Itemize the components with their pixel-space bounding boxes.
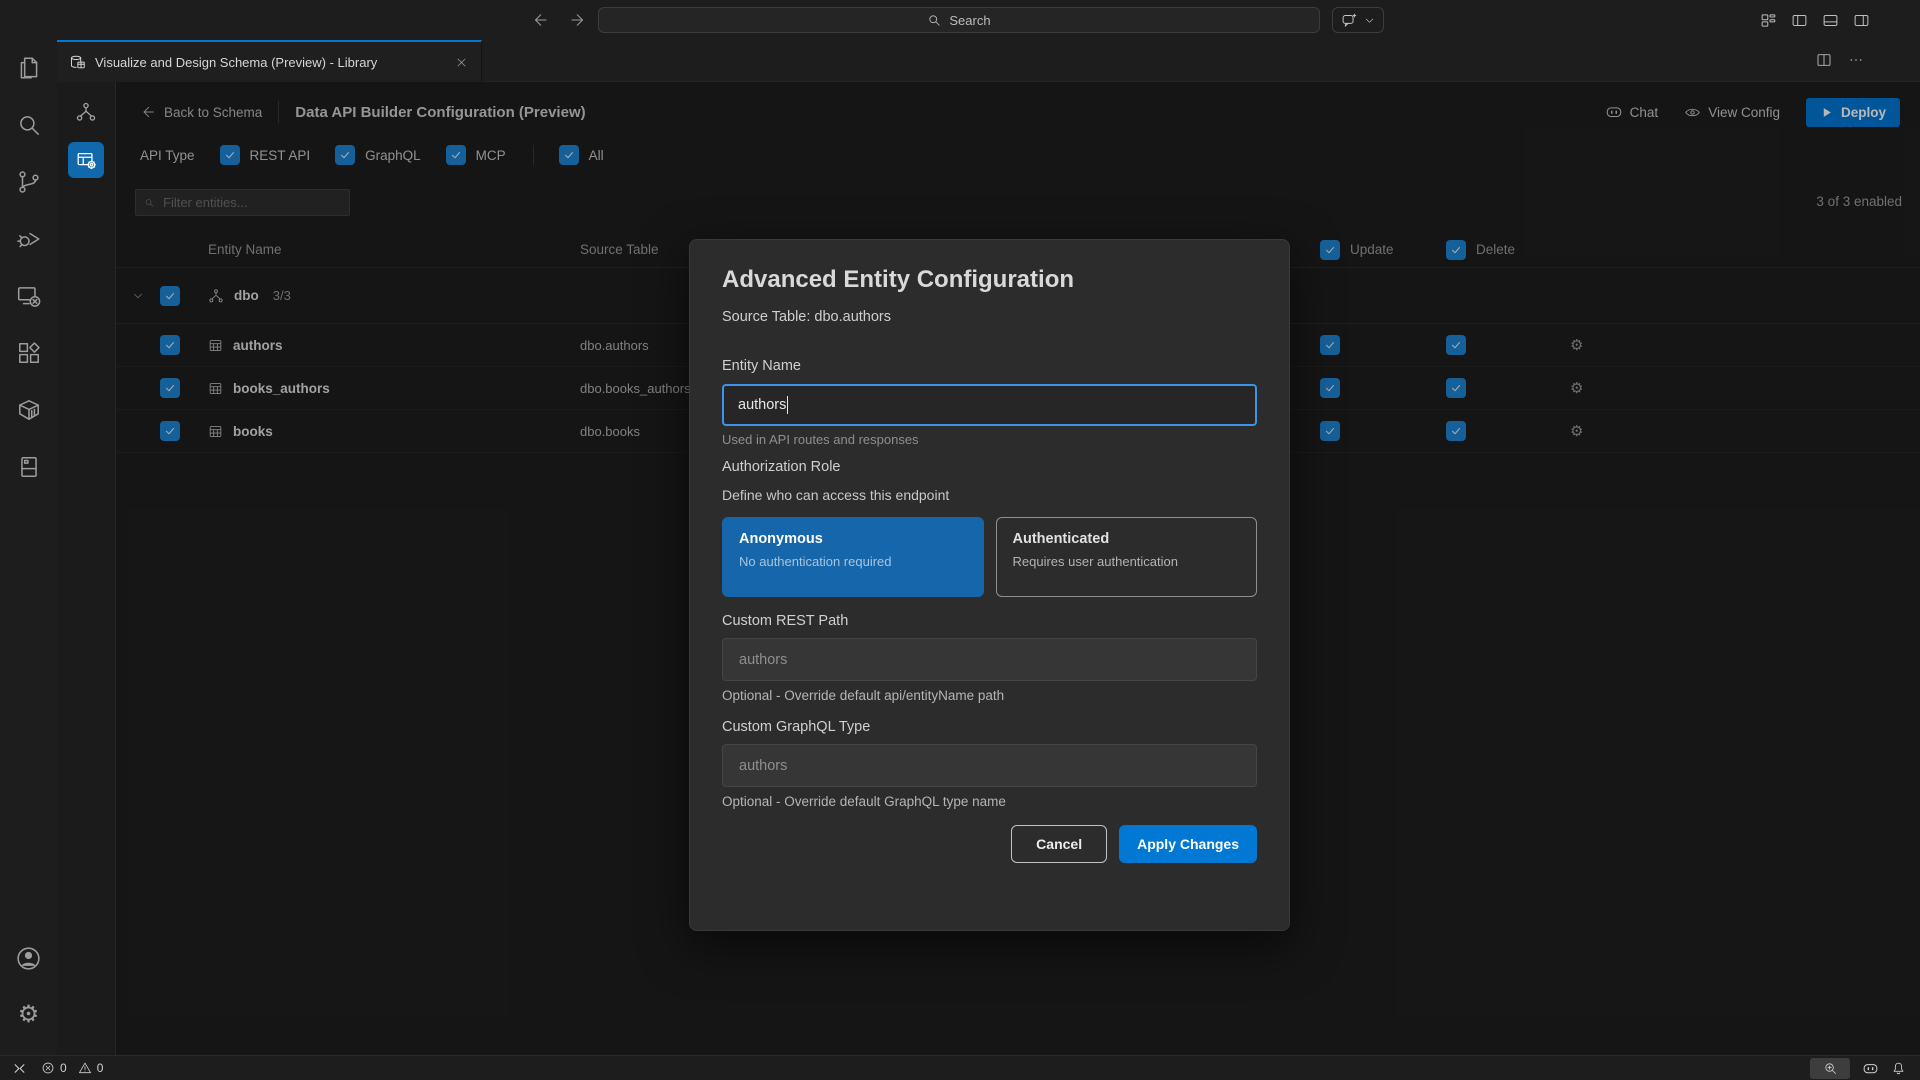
tab-close-icon[interactable]	[453, 54, 469, 70]
activity-bar: ⚙	[0, 40, 57, 1055]
error-icon	[41, 1061, 55, 1075]
account-icon[interactable]	[0, 935, 57, 981]
authorization-role-help: Define who can access this endpoint	[722, 487, 1257, 503]
search-label: Search	[949, 13, 990, 28]
schema-diagram-view-icon[interactable]	[68, 94, 104, 130]
role-card-anonymous[interactable]: Anonymous No authentication required	[722, 517, 984, 597]
entity-name-help: Used in API routes and responses	[722, 432, 1257, 447]
cancel-button[interactable]: Cancel	[1011, 825, 1107, 863]
search-sidebar-icon[interactable]	[0, 102, 57, 148]
title-bar: Search	[0, 0, 1920, 40]
database-package-icon[interactable]	[0, 387, 57, 433]
notifications-bell-icon[interactable]	[1891, 1061, 1906, 1076]
chevron-down-icon	[1364, 15, 1375, 26]
settings-gear-icon[interactable]: ⚙	[0, 992, 57, 1038]
text-caret	[787, 396, 788, 414]
zoom-in-icon	[1823, 1061, 1838, 1076]
designer-rail	[57, 82, 116, 1055]
database-project-icon[interactable]	[0, 444, 57, 490]
vscode-window: Search	[0, 0, 1920, 1080]
rest-path-help: Optional - Override default api/entityNa…	[722, 688, 1257, 703]
tab-bar: Visualize and Design Schema (Preview) - …	[57, 40, 1920, 82]
toggle-panel-icon[interactable]	[1822, 12, 1839, 29]
apply-changes-button[interactable]: Apply Changes	[1119, 825, 1257, 863]
copilot-status-icon[interactable]	[1862, 1060, 1879, 1077]
command-center-search[interactable]: Search	[598, 7, 1320, 33]
search-icon	[927, 13, 942, 28]
remote-indicator-icon[interactable]	[12, 1061, 27, 1076]
toggle-sidebar-right-icon[interactable]	[1853, 12, 1870, 29]
entity-name-input[interactable]: authors	[722, 384, 1257, 426]
dab-config-webview: Back to Schema Data API Builder Configur…	[116, 82, 1920, 1055]
customize-layout-icon[interactable]	[1760, 12, 1777, 29]
graphql-type-label: Custom GraphQL Type	[722, 719, 1257, 735]
advanced-entity-dialog: Advanced Entity Configuration Source Tab…	[689, 239, 1290, 931]
role-card-authenticated[interactable]: Authenticated Requires user authenticati…	[996, 517, 1258, 597]
extensions-icon[interactable]	[0, 330, 57, 376]
schema-designer-tab-icon	[69, 54, 86, 71]
graphql-type-input[interactable]	[737, 757, 1242, 775]
nav-back-icon[interactable]	[528, 7, 552, 33]
split-editor-icon[interactable]	[1816, 52, 1832, 68]
dialog-source-table: Source Table: dbo.authors	[722, 309, 1257, 325]
source-control-icon[interactable]	[0, 159, 57, 205]
zoom-status-item[interactable]	[1810, 1058, 1850, 1079]
warning-icon	[78, 1061, 92, 1075]
status-bar: 0 0	[0, 1055, 1920, 1080]
explorer-icon[interactable]	[0, 45, 57, 91]
problems-indicator[interactable]: 0 0	[41, 1061, 103, 1075]
dab-config-view-icon[interactable]	[68, 142, 104, 178]
more-actions-icon[interactable]	[1848, 52, 1864, 68]
tab-title: Visualize and Design Schema (Preview) - …	[95, 55, 444, 70]
rest-path-label: Custom REST Path	[722, 613, 1257, 629]
entity-name-label: Entity Name	[722, 358, 1257, 374]
toggle-sidebar-left-icon[interactable]	[1791, 12, 1808, 29]
chat-sparkle-icon	[1341, 12, 1358, 29]
rest-path-input[interactable]	[737, 651, 1242, 669]
authorization-role-label: Authorization Role	[722, 459, 1257, 475]
run-debug-icon[interactable]	[0, 216, 57, 262]
dialog-title: Advanced Entity Configuration	[722, 266, 1257, 294]
graphql-type-help: Optional - Override default GraphQL type…	[722, 794, 1257, 809]
remote-explorer-icon[interactable]	[0, 273, 57, 319]
tab-visualize-schema[interactable]: Visualize and Design Schema (Preview) - …	[57, 40, 482, 82]
nav-forward-icon[interactable]	[566, 7, 590, 33]
copilot-chat-button[interactable]	[1332, 7, 1384, 33]
